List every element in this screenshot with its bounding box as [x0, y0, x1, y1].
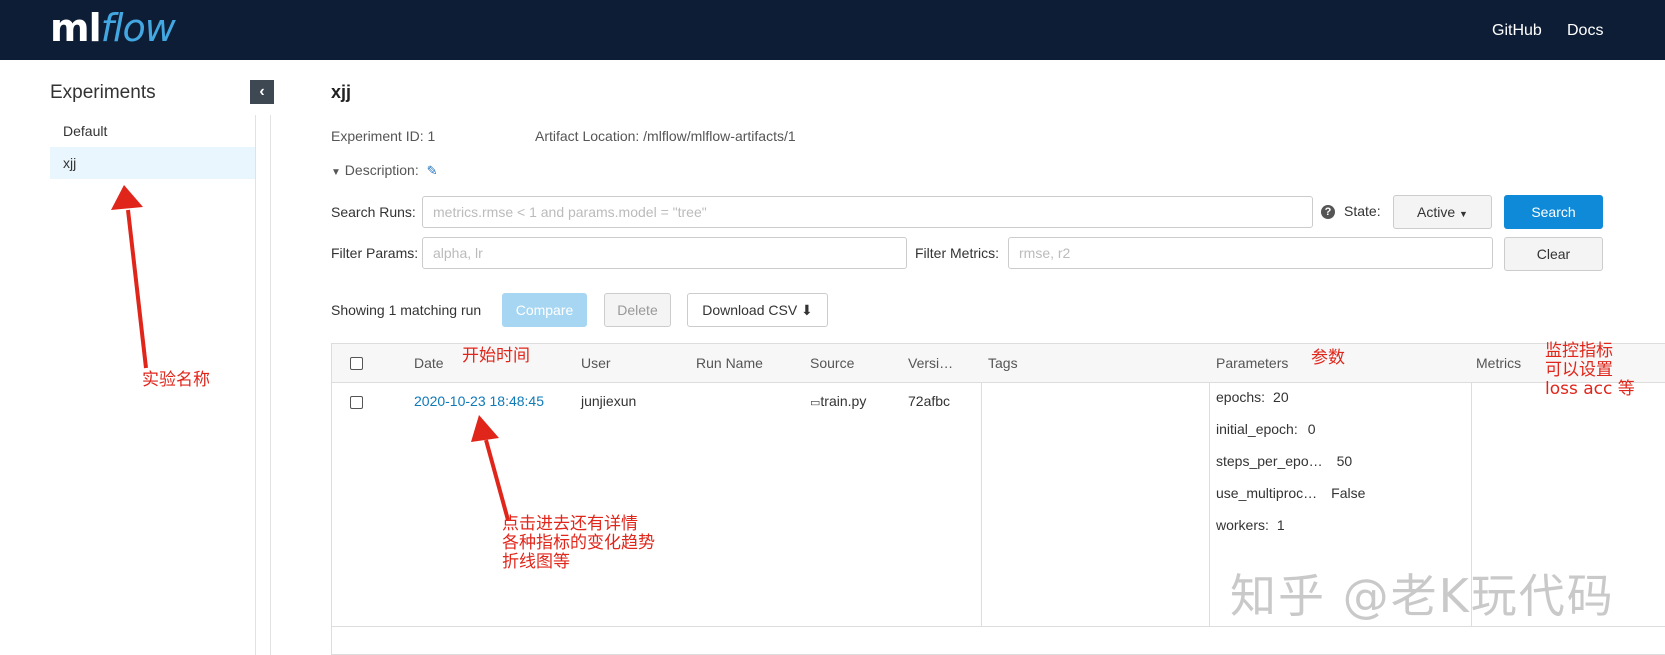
help-icon[interactable]: ? — [1321, 205, 1335, 219]
param-row: epochs: 20 — [1216, 389, 1289, 405]
search-runs-label: Search Runs: — [331, 204, 416, 220]
caret-down-icon: ▼ — [331, 167, 341, 178]
experiments-heading: Experiments — [50, 82, 156, 103]
compare-button[interactable]: Compare — [502, 293, 587, 327]
filter-params-label: Filter Params: — [331, 245, 419, 261]
sidebar-divider — [270, 115, 271, 655]
description-toggle[interactable]: ▼ Description: ✎ — [331, 162, 438, 179]
note-experiment-name: 实验名称 — [142, 370, 210, 390]
artifact-location: Artifact Location: /mlflow/mlflow-artifa… — [535, 128, 796, 144]
experiment-title: xjj — [331, 82, 352, 102]
description-label: Description: — [344, 162, 419, 178]
header-run-name[interactable]: Run Name — [696, 355, 763, 371]
run-source[interactable]: ▭train.py — [810, 393, 866, 409]
caret-down-icon: ▼ — [1459, 209, 1468, 219]
experiment-item-xjj[interactable]: xjj — [50, 147, 255, 179]
column-divider — [981, 382, 982, 626]
clear-button[interactable]: Clear — [1504, 237, 1603, 271]
header-source[interactable]: Source — [810, 355, 854, 371]
note-start-time: 开始时间 — [462, 346, 530, 366]
matching-runs-count: Showing 1 matching run — [331, 302, 482, 318]
param-row: workers: 1 — [1216, 517, 1285, 533]
chevron-left-icon: ‹ — [259, 83, 265, 100]
experiment-item-default[interactable]: Default — [50, 115, 255, 147]
param-row: initial_epoch: 0 — [1216, 421, 1316, 437]
table-header: Date User Run Name Source Versi… Tags Pa… — [332, 344, 1665, 383]
param-row: steps_per_epo… 50 — [1216, 453, 1353, 469]
run-date-link[interactable]: 2020-10-23 18:48:45 — [414, 393, 544, 409]
download-icon: ⬇ — [801, 302, 813, 318]
header-version[interactable]: Versi… — [908, 355, 953, 371]
nav-docs-link[interactable]: Docs — [1567, 22, 1603, 40]
filter-metrics-label: Filter Metrics: — [915, 245, 999, 261]
header-tags[interactable]: Tags — [988, 355, 1018, 371]
delete-button[interactable]: Delete — [604, 293, 671, 327]
state-dropdown[interactable]: Active ▼ — [1393, 195, 1492, 229]
header-metrics[interactable]: Metrics — [1476, 355, 1521, 371]
header-date[interactable]: Date — [414, 355, 444, 371]
row-divider — [332, 626, 1665, 627]
header-user[interactable]: User — [581, 355, 611, 371]
download-csv-button[interactable]: Download CSV ⬇ — [687, 293, 828, 327]
watermark: 知乎 @老K玩代码 — [1230, 569, 1615, 623]
search-button[interactable]: Search — [1504, 195, 1603, 229]
top-navbar: mlflow GitHub Docs — [0, 0, 1665, 60]
run-user: junjiexun — [581, 393, 637, 409]
header-parameters[interactable]: Parameters — [1216, 355, 1288, 371]
column-divider — [1209, 382, 1210, 626]
edit-icon[interactable]: ✎ — [427, 163, 438, 178]
laptop-icon: ▭ — [810, 397, 821, 409]
note-metrics: 监控指标 可以设置 loss acc 等 — [1545, 341, 1635, 399]
select-all-checkbox[interactable] — [350, 357, 363, 370]
experiment-id: Experiment ID: 1 — [331, 128, 436, 144]
mlflow-logo[interactable]: mlflow — [50, 6, 176, 50]
filter-params-input[interactable]: alpha, lr — [422, 237, 907, 269]
collapse-sidebar-button[interactable]: ‹ — [250, 80, 274, 104]
note-click-details: 点击进去还有详情 各种指标的变化趋势 折线图等 — [502, 514, 655, 572]
filter-metrics-input[interactable]: rmse, r2 — [1008, 237, 1493, 269]
run-version: 72afbc — [908, 393, 951, 409]
param-row: use_multiproc… False — [1216, 485, 1366, 501]
nav-github-link[interactable]: GitHub — [1492, 22, 1542, 40]
row-checkbox[interactable] — [350, 396, 363, 409]
note-parameters: 参数 — [1311, 348, 1345, 368]
state-label: State: — [1344, 203, 1381, 219]
search-runs-input[interactable]: metrics.rmse < 1 and params.model = "tre… — [422, 196, 1313, 228]
